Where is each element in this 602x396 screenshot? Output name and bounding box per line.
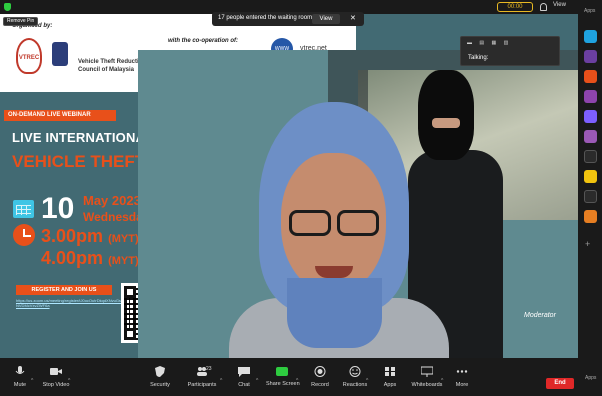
close-icon[interactable]: ✕ — [350, 14, 356, 22]
app-icon[interactable] — [584, 130, 597, 143]
app-icon[interactable] — [584, 150, 597, 163]
view-menu-button[interactable]: View — [553, 2, 566, 8]
vtrec-logo: VTREC — [16, 38, 42, 74]
waiting-room-notification: 17 people entered the waiting room View … — [212, 12, 364, 26]
apps-button[interactable]: Apps — [380, 358, 400, 396]
mute-label: Mute — [13, 382, 27, 388]
security-button[interactable]: Security — [148, 358, 172, 396]
qr-corner — [124, 328, 136, 340]
view-layout-icons[interactable]: ▬ ▤ ▦ ▥ — [467, 40, 511, 46]
security-label: Security — [150, 382, 170, 388]
more-label: More — [455, 382, 469, 388]
apps-grid-icon — [385, 367, 395, 376]
apps-label: Apps — [383, 382, 397, 388]
chat-label: Chat — [238, 382, 250, 388]
register-link: https://us.zoom.us/meeting/register/tJ0o… — [16, 298, 150, 308]
start-time-value: 3.00pm — [41, 226, 104, 246]
end-time-value: 4.00pm — [41, 248, 104, 268]
chat-button[interactable]: Chat — [234, 358, 254, 396]
participants-count: 23 — [206, 366, 212, 372]
person-icon[interactable] — [540, 3, 547, 11]
chevron-up-icon[interactable]: ^ — [441, 378, 443, 384]
stop-video-button[interactable]: Stop Video — [42, 358, 70, 396]
apps-panel-label[interactable]: Apps — [585, 375, 596, 381]
qr-corner — [124, 286, 136, 298]
participant-person — [229, 98, 449, 358]
camera-icon — [50, 368, 62, 375]
smiley-icon — [349, 366, 361, 377]
end-timezone: (MYT) — [108, 255, 139, 267]
app-icon[interactable] — [584, 110, 597, 123]
chevron-up-icon[interactable]: ^ — [366, 378, 368, 384]
chat-icon — [238, 367, 250, 377]
shield-icon[interactable] — [4, 3, 11, 11]
talking-label: Talking: — [468, 55, 489, 61]
app-icon[interactable] — [584, 70, 597, 83]
chevron-up-icon[interactable]: ^ — [68, 378, 70, 384]
record-icon — [314, 366, 326, 377]
meeting-toolbar: Mute ^ Stop Video ^ Security Participant… — [0, 358, 602, 396]
event-day: 10 — [41, 192, 75, 225]
app-icon[interactable] — [584, 170, 597, 183]
apps-sidebar: + — [578, 14, 602, 358]
participant-video[interactable] — [138, 50, 578, 358]
clock-hand — [23, 235, 31, 237]
stop-video-label: Stop Video — [42, 382, 70, 388]
app-icon[interactable] — [584, 30, 597, 43]
add-app-icon[interactable]: + — [585, 239, 590, 249]
more-button[interactable]: More — [452, 358, 472, 396]
share-screen-button[interactable]: Share Screen — [266, 358, 300, 396]
calendar-grid — [16, 205, 31, 215]
end-time: 4.00pm (MYT) — [41, 248, 139, 269]
chevron-up-icon[interactable]: ^ — [31, 378, 33, 384]
police-badge-icon — [52, 42, 68, 66]
cooperation-label: with the co-operation of: — [168, 38, 238, 44]
whiteboards-label: Whiteboards — [411, 382, 443, 388]
app-icon[interactable] — [584, 90, 597, 103]
app-icon[interactable] — [584, 50, 597, 63]
event-month: May 2023 — [83, 193, 141, 208]
record-button[interactable]: Record — [309, 358, 331, 396]
share-screen-icon — [276, 367, 288, 376]
reactions-label: Reactions — [342, 382, 368, 388]
record-label: Record — [311, 382, 329, 388]
chevron-up-icon[interactable]: ^ — [220, 378, 222, 384]
participants-button[interactable]: Participants — [187, 358, 217, 396]
app-icon[interactable] — [584, 210, 597, 223]
microphone-icon — [15, 366, 25, 374]
whiteboards-button[interactable]: Whiteboards — [410, 358, 444, 396]
talking-indicator-panel: ▬ ▤ ▦ ▥ Talking: — [460, 36, 560, 66]
start-time: 3.00pm (MYT) — [41, 226, 139, 247]
apps-sidebar-label: Apps — [584, 8, 596, 14]
shield-icon — [155, 366, 165, 377]
whiteboard-icon — [421, 366, 433, 377]
share-screen-label: Share Screen — [266, 381, 300, 387]
participants-label: Participants — [187, 382, 217, 388]
chevron-up-icon[interactable]: ^ — [296, 378, 298, 384]
more-dots-icon — [456, 370, 468, 373]
app-icon[interactable] — [584, 190, 597, 203]
recording-timer[interactable]: 00:00 — [497, 2, 533, 12]
register-banner: REGISTER AND JOIN US — [16, 285, 112, 295]
end-meeting-button[interactable]: End — [546, 378, 574, 389]
start-timezone: (MYT) — [108, 233, 139, 245]
chevron-up-icon[interactable]: ^ — [256, 378, 258, 384]
mute-button[interactable]: Mute — [10, 358, 30, 396]
reactions-button[interactable]: Reactions — [342, 358, 368, 396]
waiting-room-message: 17 people entered the waiting room — [218, 15, 313, 21]
waiting-room-view-button[interactable]: View — [312, 14, 340, 24]
participant-name-label: Moderator — [524, 312, 556, 319]
remove-pin-button[interactable]: Remove Pin — [3, 17, 39, 26]
on-demand-banner: ON-DEMAND LIVE WEBINAR — [4, 110, 116, 121]
